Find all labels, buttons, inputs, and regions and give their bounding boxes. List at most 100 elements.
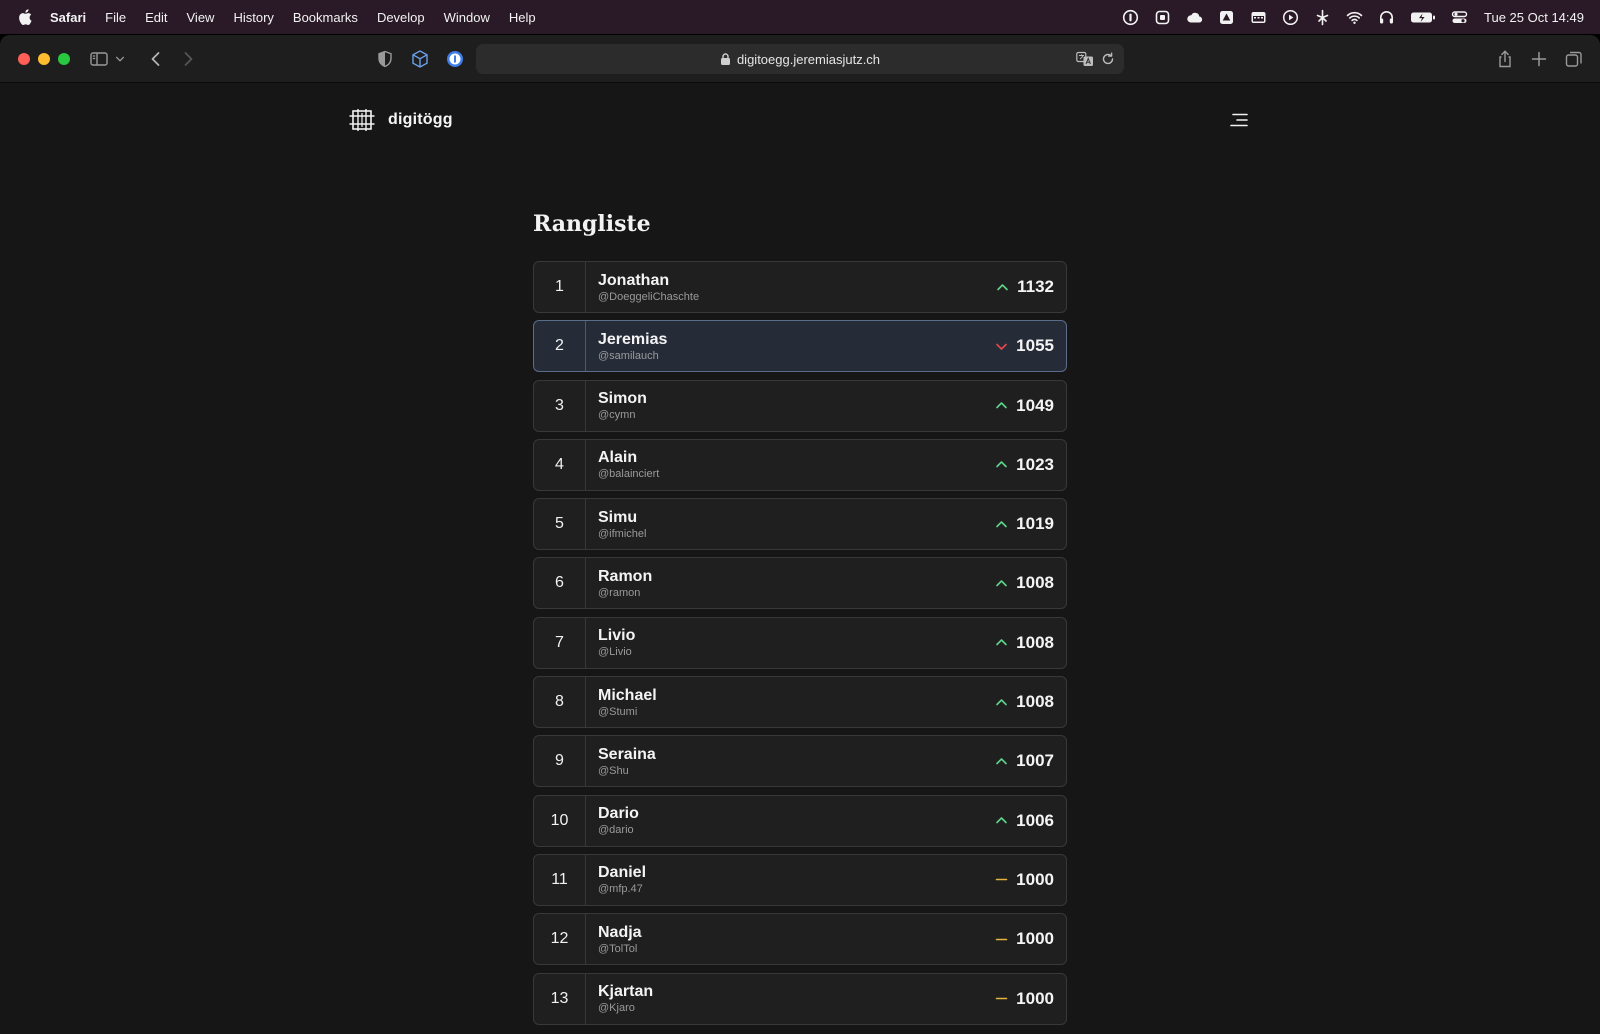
player-score-group: 1019 (995, 514, 1066, 534)
trend-neutral-icon (995, 992, 1008, 1005)
player-handle: @mfp.47 (598, 883, 643, 896)
player-handle: @Stumi (598, 705, 638, 718)
ranking-row[interactable]: 5 Simu @ifmichel 1019 (533, 498, 1067, 551)
menu-app-safari[interactable]: Safari (50, 10, 86, 25)
menu-bookmarks[interactable]: Bookmarks (293, 10, 358, 25)
close-window-button[interactable] (18, 53, 30, 65)
web-page: digitögg Rangliste 1 Jonathan @DoeggeliCha… (0, 83, 1600, 1034)
hamburger-menu-icon[interactable] (1229, 110, 1249, 130)
player-score: 1000 (1016, 988, 1054, 1008)
site-logo[interactable]: digitögg (349, 105, 453, 135)
password-extension-icon[interactable] (444, 48, 466, 70)
translate-icon[interactable] (1076, 51, 1094, 67)
player-score-group: 1008 (995, 692, 1066, 712)
trend-neutral-icon (995, 933, 1008, 946)
player-info: Simon @cymn (586, 389, 995, 422)
player-score-group: 1132 (996, 277, 1066, 297)
zoom-window-button[interactable] (58, 53, 70, 65)
menu-develop[interactable]: Develop (377, 10, 425, 25)
stop-icon[interactable] (1154, 9, 1171, 26)
player-handle: @DoeggeliChaschte (598, 290, 700, 303)
player-score-group: 1008 (995, 573, 1066, 593)
rank-position: 11 (534, 854, 586, 905)
control-center-icon[interactable] (1451, 9, 1468, 26)
player-info: Nadja @TolTol (586, 923, 995, 956)
ranking-row[interactable]: 4 Alain @balainciert 1023 (533, 438, 1067, 491)
menu-help[interactable]: Help (509, 10, 536, 25)
ranking-row[interactable]: 11 Daniel @mfp.47 1000 (533, 853, 1067, 906)
menu-bar: Safari File Edit View History Bookmarks … (0, 0, 1600, 34)
ranking-row[interactable]: 2 Jeremias @samilauch 1055 (533, 320, 1067, 373)
onepassword-icon[interactable] (1122, 9, 1139, 26)
ranking-row[interactable]: 1 Jonathan @DoeggeliChaschte 1132 (533, 261, 1067, 313)
player-score-group: 1000 (995, 989, 1066, 1009)
menu-edit[interactable]: Edit (145, 10, 167, 25)
player-handle: @balainciert (598, 468, 660, 481)
ranking-row[interactable]: 10 Dario @dario 1006 (533, 794, 1067, 847)
reload-icon[interactable] (1101, 52, 1115, 66)
player-score: 1000 (1016, 869, 1054, 889)
ranking-row[interactable]: 12 Nadja @TolTol 1000 (533, 913, 1067, 966)
site-brand[interactable]: digitögg (388, 111, 453, 129)
player-info: Ramon @ramon (586, 567, 995, 600)
menu-view[interactable]: View (187, 10, 215, 25)
menu-file[interactable]: File (105, 10, 126, 25)
wifi-icon[interactable] (1346, 9, 1363, 26)
player-handle: @samilauch (598, 349, 659, 362)
player-score-group: 1007 (995, 751, 1066, 771)
tab-overview-icon[interactable] (1563, 48, 1585, 70)
menu-history[interactable]: History (233, 10, 273, 25)
player-score: 1008 (1016, 692, 1054, 712)
player-info: Jeremias @samilauch (586, 330, 995, 363)
drive-icon[interactable] (1218, 9, 1235, 26)
minimize-window-button[interactable] (38, 53, 50, 65)
headphones-icon[interactable] (1378, 9, 1395, 26)
player-handle: @Livio (598, 646, 632, 659)
rank-position: 4 (534, 439, 586, 490)
back-icon[interactable] (145, 48, 167, 70)
player-name: Simon (598, 390, 647, 408)
trend-up-icon (995, 814, 1008, 827)
chevron-down-icon[interactable] (113, 48, 127, 70)
sidebar-toggle-icon[interactable] (88, 48, 110, 70)
rank-position: 3 (534, 380, 586, 431)
player-name: Alain (598, 449, 638, 467)
rank-position: 5 (534, 499, 586, 550)
play-icon[interactable] (1282, 9, 1299, 26)
ranking-row[interactable]: 7 Livio @Livio 1008 (533, 616, 1067, 669)
apple-icon[interactable] (18, 9, 32, 25)
url-text[interactable]: digitoegg.jeremiasjutz.ch (737, 52, 880, 67)
address-bar[interactable]: digitoegg.jeremiasjutz.ch (476, 44, 1124, 74)
fan-icon[interactable] (1314, 9, 1331, 26)
calendar-icon[interactable] (1250, 9, 1267, 26)
menu-window[interactable]: Window (444, 10, 490, 25)
player-score-group: 1000 (995, 870, 1066, 890)
trend-neutral-icon (995, 873, 1008, 886)
player-name: Kjartan (598, 983, 654, 1001)
player-handle: @ramon (598, 586, 641, 599)
shield-icon[interactable] (374, 48, 396, 70)
player-name: Ramon (598, 567, 653, 585)
player-score-group: 1008 (995, 633, 1066, 653)
battery-icon[interactable] (1410, 9, 1436, 26)
browser-toolbar: digitoegg.jeremiasjutz.ch (0, 35, 1600, 83)
ranking-row[interactable]: 13 Kjartan @Kjaro 1000 (533, 972, 1067, 1025)
forward-icon[interactable] (177, 48, 199, 70)
new-tab-icon[interactable] (1528, 48, 1550, 70)
player-handle: @TolTol (598, 942, 638, 955)
player-handle: @dario (598, 824, 634, 837)
ranking-row[interactable]: 9 Seraina @Shu 1007 (533, 735, 1067, 788)
ranking-row[interactable]: 3 Simon @cymn 1049 (533, 379, 1067, 432)
player-info: Kjartan @Kjaro (586, 982, 995, 1015)
rank-position: 12 (534, 914, 586, 965)
ranking-row[interactable]: 8 Michael @Stumi 1008 (533, 676, 1067, 729)
menubar-clock[interactable]: Tue 25 Oct 14:49 (1484, 10, 1584, 25)
player-score: 1019 (1016, 514, 1054, 534)
share-icon[interactable] (1494, 48, 1516, 70)
page-title: Rangliste (533, 211, 651, 237)
ranking-row[interactable]: 6 Ramon @ramon 1008 (533, 557, 1067, 610)
player-handle: @Kjaro (598, 1002, 635, 1015)
cube-extension-icon[interactable] (409, 48, 431, 70)
player-name: Jeremias (598, 330, 668, 348)
cloud-icon[interactable] (1186, 9, 1203, 26)
